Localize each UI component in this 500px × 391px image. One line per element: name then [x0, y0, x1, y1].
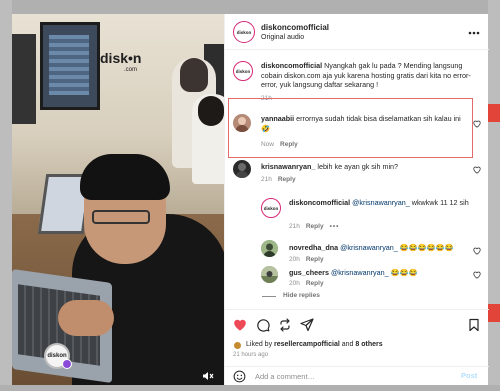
- reply-button[interactable]: Reply: [306, 280, 324, 287]
- reply-mention[interactable]: @krisnawanryan_: [331, 268, 389, 277]
- audio-indicator-icon: [62, 359, 72, 369]
- reply-button[interactable]: Reply: [306, 256, 324, 263]
- liked-by-others[interactable]: 8 others: [355, 341, 382, 348]
- reply-body: gus_cheers @krisnawanryan_ 😂😂😂: [289, 268, 469, 278]
- post-actions: Liked by resellercampofficial and 8 othe…: [225, 309, 489, 385]
- post-time: 21 hours ago: [233, 352, 269, 358]
- browser-background-top: [0, 0, 500, 14]
- post-header: diskon diskoncomofficial Original audio: [225, 14, 489, 50]
- comment-like-icon[interactable]: [473, 166, 481, 174]
- reply-time: 21h: [289, 223, 300, 230]
- reply-meta: 20h Reply: [289, 256, 324, 263]
- mute-icon[interactable]: [202, 371, 216, 381]
- comment-username[interactable]: yannaabii: [261, 114, 294, 123]
- comment-username[interactable]: krisnawanryan_: [261, 162, 315, 171]
- comment-text: lebih ke ayan gk sih min?: [317, 162, 399, 171]
- reply-time: 20h: [289, 256, 300, 263]
- share-icon[interactable]: [300, 318, 314, 332]
- liked-by: Liked by resellercampofficial and 8 othe…: [246, 341, 383, 348]
- reply-button[interactable]: Reply: [278, 176, 296, 183]
- reply-more-icon[interactable]: •••: [330, 223, 340, 230]
- liked-by-user[interactable]: resellercampofficial: [274, 341, 340, 348]
- reply-mention[interactable]: @krisnawanryan_: [352, 198, 410, 207]
- reply-like-icon[interactable]: [473, 247, 481, 255]
- backdrop-left: [0, 0, 12, 391]
- reply-avatar[interactable]: [261, 240, 278, 257]
- reel-video[interactable]: disk•n .com diskon: [12, 14, 224, 385]
- backdrop-red-tab: [488, 104, 500, 122]
- reply-button[interactable]: Reply: [280, 141, 298, 148]
- add-comment-input[interactable]: [255, 371, 445, 382]
- reply-text: wkwkwk 11 12 sih: [411, 198, 469, 207]
- video-watermark-logo: disk•n: [100, 50, 142, 66]
- reply-meta: 21h Reply •••: [289, 223, 339, 230]
- emoji-icon[interactable]: [233, 370, 246, 383]
- reply-avatar[interactable]: [261, 266, 278, 283]
- comment-time: 21h: [261, 176, 272, 183]
- comment-composer: Post: [225, 366, 489, 386]
- reply-body: novredha_dna @krisnawanryan_ 😂😂😂😂😂😂: [289, 243, 469, 253]
- hide-replies-button[interactable]: Hide replies: [283, 292, 320, 299]
- author-username[interactable]: diskoncomofficial: [261, 23, 329, 32]
- comment-avatar[interactable]: [233, 114, 251, 132]
- reply-like-icon[interactable]: [473, 271, 481, 279]
- post-button[interactable]: Post: [461, 371, 477, 380]
- reply-username[interactable]: diskoncomofficial: [289, 198, 350, 207]
- comment-meta: Now Reply: [261, 141, 298, 148]
- more-icon[interactable]: [468, 24, 480, 38]
- liker-avatar[interactable]: [233, 341, 242, 350]
- reply-meta: 20h Reply: [289, 280, 324, 287]
- backdrop-right: [488, 0, 500, 391]
- comment-body: yannaabii errornya sudah tidak bisa dise…: [261, 114, 471, 133]
- reply-username[interactable]: gus_cheers: [289, 268, 329, 277]
- audio-link[interactable]: Original audio: [261, 34, 304, 41]
- comment-avatar[interactable]: [233, 160, 251, 178]
- reply-text: 😂😂😂: [390, 268, 418, 277]
- caption-username[interactable]: diskoncomofficial: [261, 61, 322, 70]
- reply-time: 20h: [289, 280, 300, 287]
- comment-body: krisnawanryan_ lebih ke ayan gk sih min?: [261, 162, 471, 172]
- reply-username[interactable]: novredha_dna: [289, 243, 338, 252]
- reply-button[interactable]: Reply: [306, 223, 324, 230]
- post-side-panel: diskon diskoncomofficial Original audio …: [224, 14, 489, 385]
- comment-icon[interactable]: [256, 318, 270, 332]
- author-avatar[interactable]: diskon: [233, 21, 255, 43]
- comment-time: Now: [261, 141, 275, 148]
- caption-avatar[interactable]: diskon: [233, 61, 253, 81]
- save-icon[interactable]: [467, 318, 481, 332]
- reply-avatar[interactable]: diskon: [261, 198, 281, 218]
- reply-mention[interactable]: @krisnawanryan_: [340, 243, 398, 252]
- heart-icon[interactable]: [233, 318, 247, 332]
- post-modal: disk•n .com diskon diskon diskoncomoffic…: [12, 14, 489, 385]
- comment-like-icon[interactable]: [473, 120, 481, 128]
- backdrop-red-tab: [488, 304, 500, 322]
- comment-meta: 21h Reply: [261, 176, 296, 183]
- post-caption: diskoncomofficial Nyangkah gak lu pada ?…: [261, 61, 475, 90]
- repost-icon[interactable]: [278, 318, 292, 332]
- video-watermark-sub: .com: [124, 67, 138, 73]
- reply-body: diskoncomofficial @krisnawanryan_ wkwkwk…: [289, 198, 469, 208]
- reply-text: 😂😂😂😂😂😂: [399, 243, 454, 252]
- hide-replies-line: [262, 296, 276, 297]
